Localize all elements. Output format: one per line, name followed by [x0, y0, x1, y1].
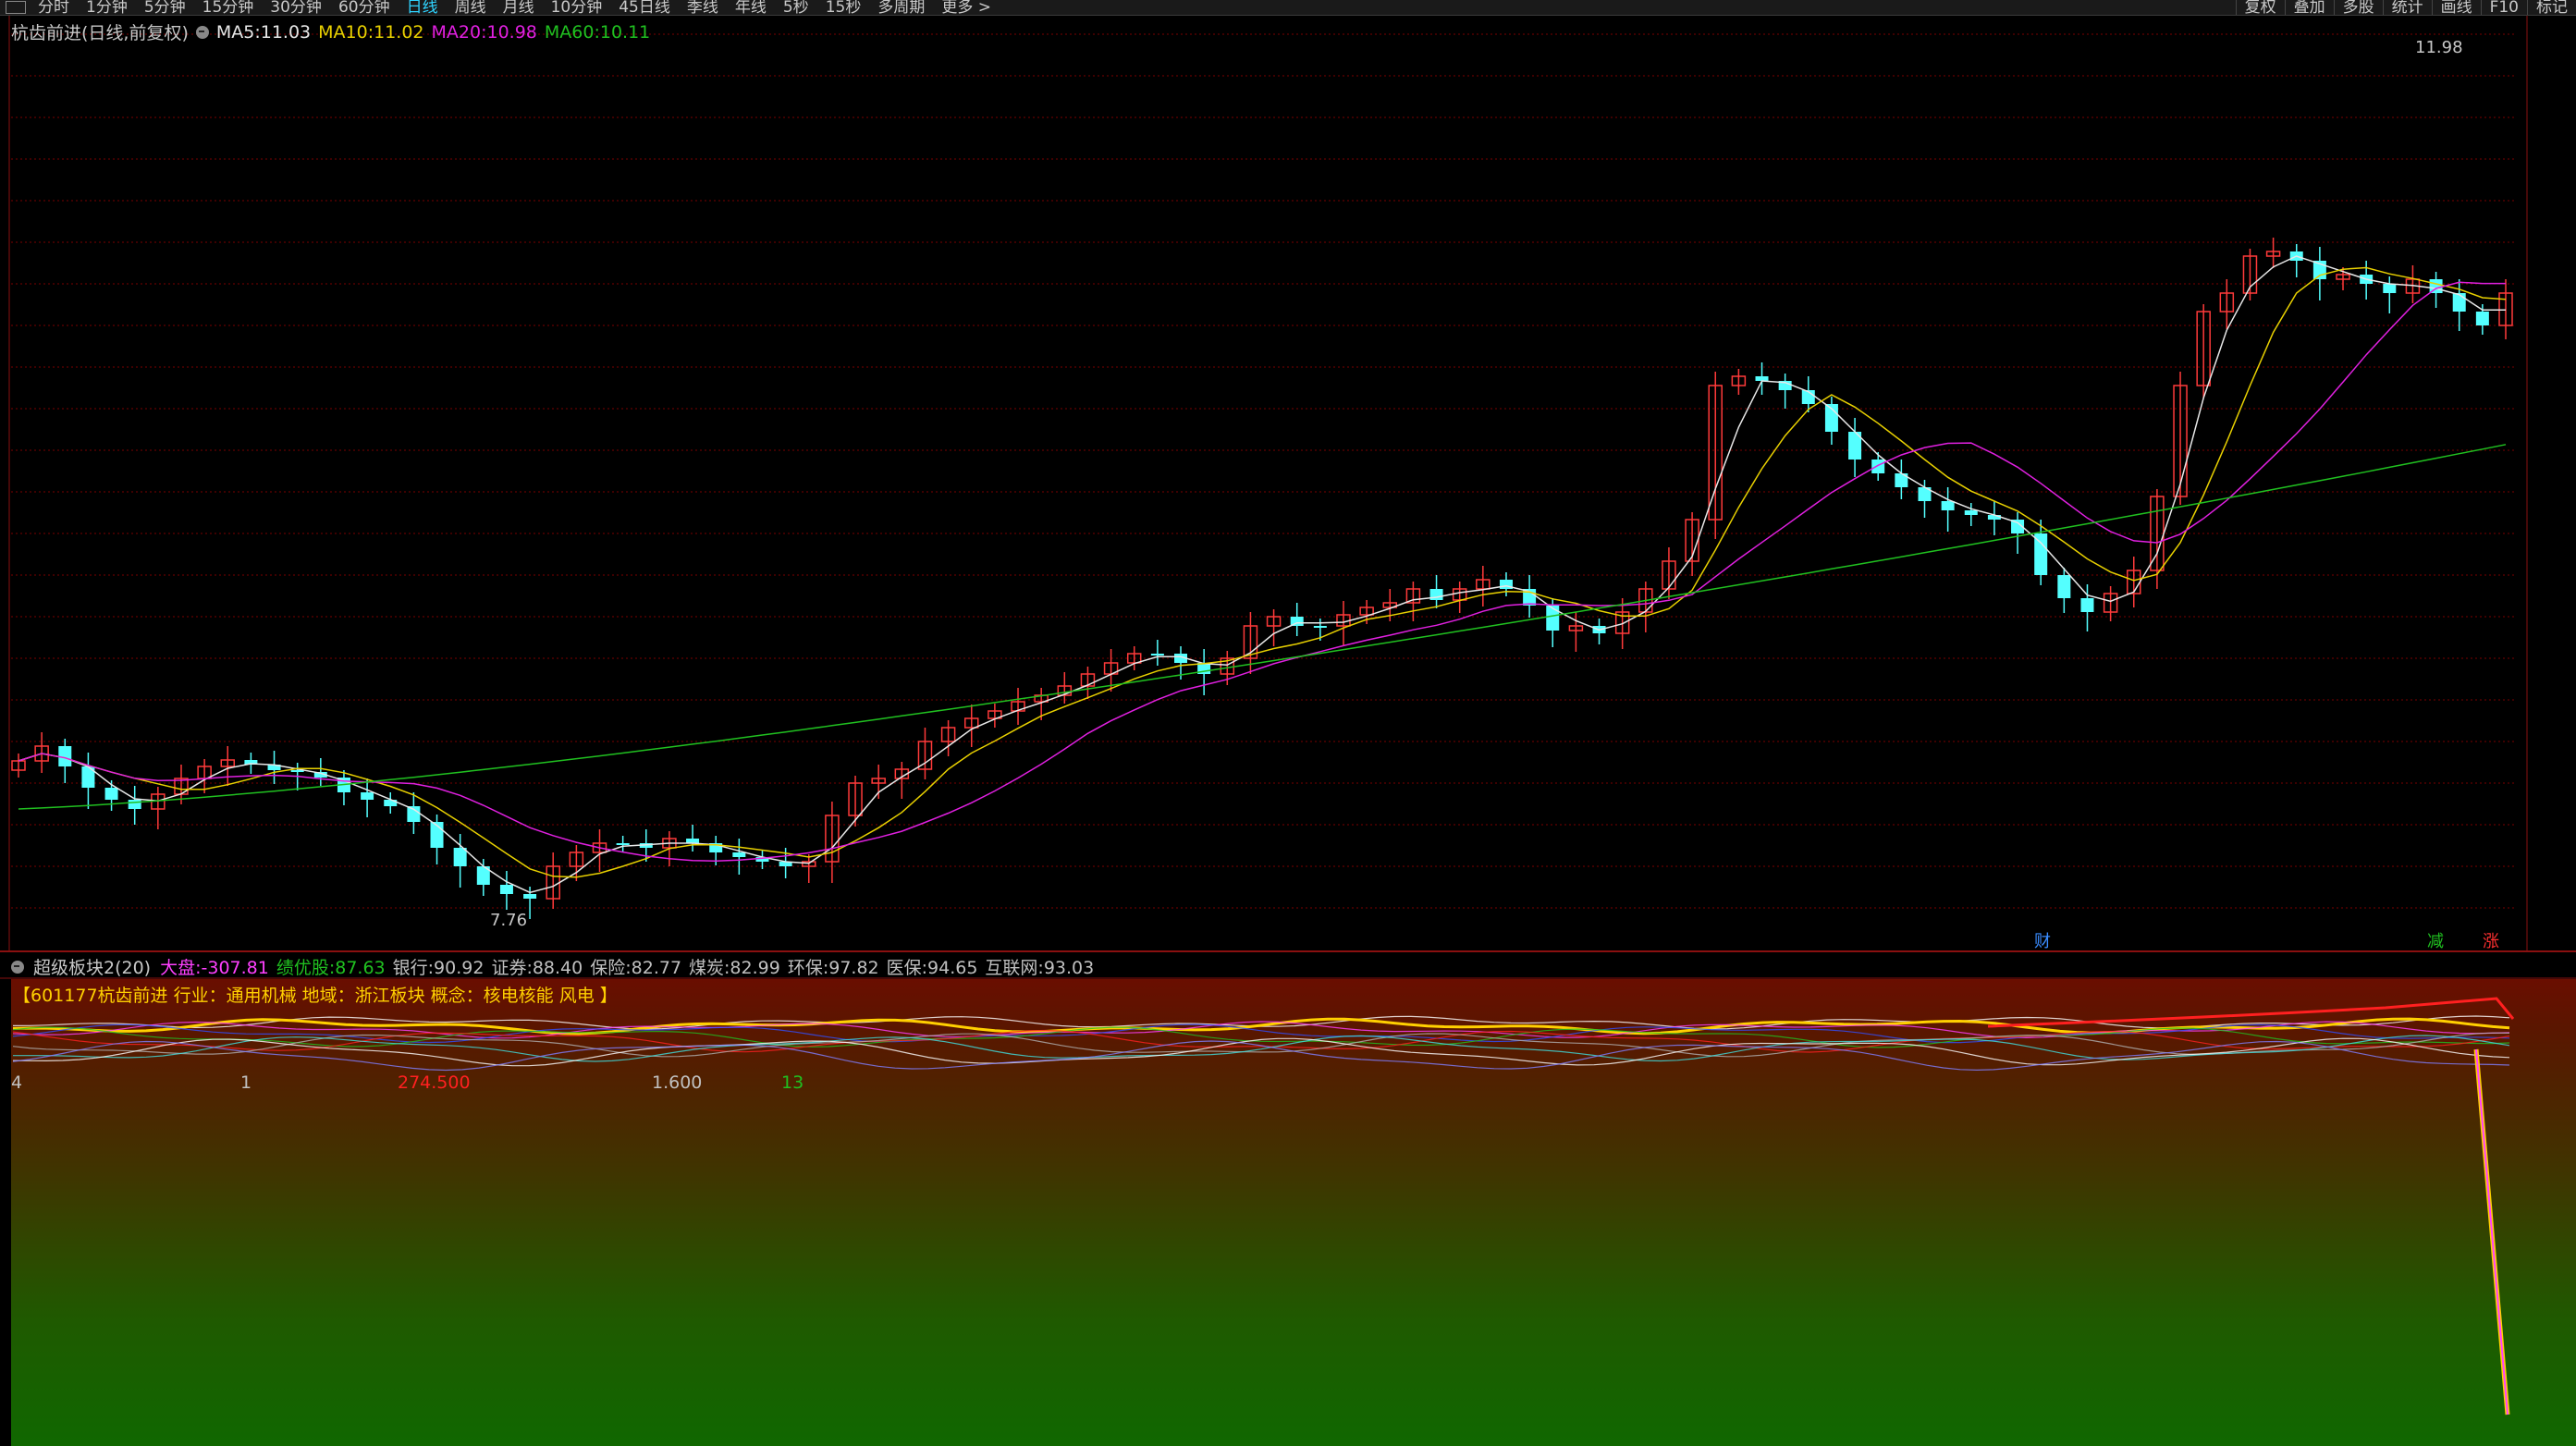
tool-button[interactable]: 画线 — [2431, 0, 2481, 15]
candle-body — [1150, 654, 1164, 656]
tool-button[interactable]: 复权 — [2235, 0, 2285, 15]
tool-buttons: 复权 叠加 多股 统计 画线 F10 标记 — [2235, 0, 2576, 15]
app-window: 分时 1分钟 5分钟 15分钟 30分钟 60分钟 日线 周线 月线 10分钟 45日线 季线 年线 5秒… — [0, 0, 2576, 1446]
indicator-readout: 274.500 — [398, 1072, 471, 1093]
red-sector-line — [1987, 997, 2515, 1028]
indicator-readout: 1 — [240, 1072, 252, 1093]
ma-line — [18, 255, 2506, 894]
sector-value: 绩优股:87.63 — [276, 958, 386, 978]
candlestick-svg[interactable]: 11.98 7.76 财 减 涨 — [0, 16, 2576, 952]
period-tab[interactable]: 10分钟 — [543, 0, 611, 15]
candle-body — [2057, 575, 2071, 598]
indicator-panel[interactable]: 超级板块2(20) 大盘:-307.81 绩优股:87.63 银行:90.92 证券:… — [0, 952, 2576, 1446]
candles-group — [11, 238, 2513, 919]
candle-body — [523, 894, 537, 899]
high-price-label: 11.98 — [2415, 38, 2463, 57]
period-tab[interactable]: 15秒 — [817, 0, 870, 15]
sector-value: 煤炭:82.99 — [689, 958, 780, 978]
indicator-svg[interactable] — [0, 952, 2576, 1446]
candle-body — [361, 792, 374, 800]
period-tab[interactable]: 多周期 — [869, 0, 933, 15]
sector-value: 大盘:-307.81 — [160, 958, 269, 978]
candle-body — [1546, 606, 1560, 631]
event-marker: 财 — [2034, 932, 2051, 951]
period-tab[interactable]: 更多 > — [933, 0, 1000, 15]
period-tabs: 分时 1分钟 5分钟 15分钟 30分钟 60分钟 日线 周线 月线 10分钟 45日线 季线 年线 5秒… — [30, 0, 1000, 15]
ma-legend-item: MA20:10.98 — [431, 21, 537, 43]
candle-body — [2080, 598, 2094, 612]
candle-body — [58, 746, 72, 766]
menu-icon[interactable] — [6, 1, 26, 14]
candle-body — [1964, 510, 1978, 515]
period-tab[interactable]: 5秒 — [775, 0, 817, 15]
sector-value: 医保:94.65 — [886, 958, 978, 978]
indicator-header: 超级板块2(20) 大盘:-307.81 绩优股:87.63 银行:90.92 证券:… — [11, 954, 1094, 979]
candle-body — [1941, 501, 1955, 510]
sector-line — [12, 1015, 2510, 1030]
period-tab[interactable]: 60分钟 — [330, 0, 399, 15]
candle-body — [1313, 626, 1327, 628]
ma-legend: 杭齿前进(日线,前复权) MA5:11.03 MA10:11.02 MA20:10.… — [11, 19, 650, 44]
tool-button[interactable]: F10 — [2480, 0, 2527, 15]
ma-line — [18, 281, 2506, 862]
period-tab[interactable]: 15分钟 — [194, 0, 263, 15]
tool-button[interactable]: 多股 — [2333, 0, 2383, 15]
period-toolbar: 分时 1分钟 5分钟 15分钟 30分钟 60分钟 日线 周线 月线 10分钟 45日线 季线 年线 5秒… — [0, 0, 2576, 16]
plunge-line-magenta — [2475, 1048, 2509, 1415]
candle-body — [104, 788, 118, 800]
period-tab[interactable]: 周线 — [447, 0, 495, 15]
candle-body — [499, 885, 513, 894]
sector-value: 环保:97.82 — [787, 958, 879, 978]
indicator-settings-icon[interactable] — [11, 960, 24, 974]
sector-values: 大盘:-307.81 绩优股:87.63 银行:90.92 证券:88.40 保险:82… — [160, 954, 1094, 979]
candlestick-chart[interactable]: 11.98 7.76 财 减 涨 杭齿前进(日线,前复权) MA5:11.03 MA10:… — [0, 16, 2576, 952]
tool-button[interactable]: 统计 — [2382, 0, 2432, 15]
ma-line — [18, 266, 2507, 878]
period-tab[interactable]: 季线 — [679, 0, 727, 15]
period-tab[interactable]: 30分钟 — [262, 0, 330, 15]
candle-body — [616, 843, 630, 845]
ma-legend-item: MA10:11.02 — [318, 21, 424, 43]
candle-body — [2475, 312, 2489, 325]
indicator-title: 超级板块2(20) — [33, 958, 152, 978]
indicator-readout: 13 — [781, 1072, 804, 1093]
indicator-readout: 1.600 — [652, 1072, 703, 1093]
ma-legend-item: MA60:10.11 — [544, 21, 651, 43]
tool-button[interactable]: 标记 — [2527, 0, 2576, 15]
event-marker: 涨 — [2483, 932, 2499, 951]
period-tab[interactable]: 年线 — [727, 0, 775, 15]
stock-info-line: 【601177杭齿前进 行业：通用机械 地域：浙江板块 概念：核电核能 风电 】 — [13, 986, 618, 1006]
ma-values: MA5:11.03 MA10:11.02 MA20:10.98 MA60:10.11 — [216, 22, 650, 43]
sector-line — [12, 1040, 2510, 1072]
period-tab[interactable]: 分时 — [30, 0, 78, 15]
ma60-line — [18, 444, 2507, 810]
candle-body — [128, 800, 141, 809]
period-tab[interactable]: 5分钟 — [136, 0, 194, 15]
period-tab[interactable]: 月线 — [495, 0, 543, 15]
period-tab[interactable]: 日线 — [399, 0, 447, 15]
chart-title: 杭齿前进(日线,前复权) — [11, 23, 189, 43]
candle-body — [1871, 460, 1885, 473]
sector-value: 银行:90.92 — [392, 958, 485, 978]
period-tab[interactable]: 45日线 — [610, 0, 679, 15]
low-price-label: 7.76 — [490, 911, 527, 930]
candle-body — [2383, 284, 2397, 293]
sector-value: 证券:88.40 — [491, 958, 583, 978]
sector-value: 互联网:93.03 — [985, 958, 1095, 978]
candle-body — [732, 852, 746, 857]
candle-body — [2452, 293, 2466, 312]
tool-button[interactable]: 叠加 — [2284, 0, 2334, 15]
indicator-settings-icon[interactable] — [195, 25, 209, 39]
sector-value: 保险:82.77 — [590, 958, 682, 978]
event-marker: 减 — [2427, 932, 2444, 951]
ma-legend-item: MA5:11.03 — [215, 21, 312, 43]
indicator-readout: 4 — [11, 1072, 23, 1093]
candle-body — [453, 848, 467, 866]
period-tab[interactable]: 1分钟 — [78, 0, 136, 15]
